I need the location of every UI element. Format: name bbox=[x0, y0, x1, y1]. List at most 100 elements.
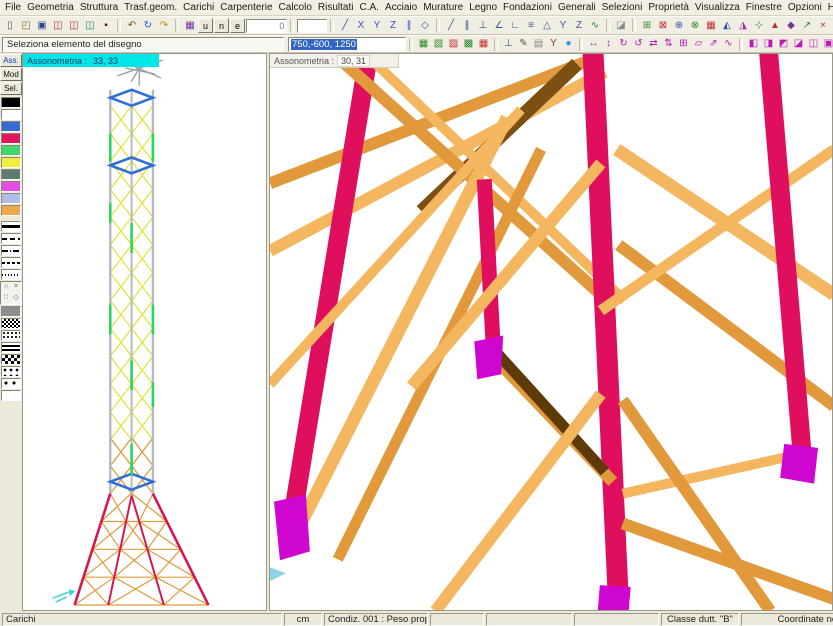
tower-drawing[interactable] bbox=[23, 54, 264, 610]
menu-legno[interactable]: Legno bbox=[466, 1, 500, 14]
marker-cross-icon[interactable]: × bbox=[11, 282, 21, 293]
snap-corner-icon[interactable]: ∟ bbox=[507, 18, 523, 33]
open-folder-icon[interactable]: ◰ bbox=[18, 18, 34, 33]
linestyle-dotted[interactable] bbox=[1, 269, 21, 280]
menu-fondazioni[interactable]: Fondazioni bbox=[500, 1, 555, 14]
snap-grid-icon[interactable]: ≡ bbox=[523, 18, 539, 33]
extrude-icon-1[interactable]: ◧ bbox=[746, 37, 761, 52]
draw-line-icon[interactable]: ╱ bbox=[337, 18, 353, 33]
copy-grid-icon[interactable]: ⊞ bbox=[676, 37, 691, 52]
menu-help[interactable]: Help bbox=[825, 1, 833, 14]
move-h-icon[interactable]: ↔ bbox=[586, 37, 601, 52]
extrude-icon-4[interactable]: ◪ bbox=[791, 37, 806, 52]
blank-field[interactable] bbox=[297, 19, 327, 33]
snap-line-icon[interactable]: ╱ bbox=[443, 18, 459, 33]
swatch-black[interactable] bbox=[1, 97, 21, 108]
polygon-icon[interactable]: ◇ bbox=[417, 18, 433, 33]
swatch-magenta[interactable] bbox=[1, 181, 21, 192]
menu-finestre[interactable]: Finestre bbox=[743, 1, 785, 14]
node-tool-icon-8[interactable]: ⊹ bbox=[751, 18, 767, 33]
shear-icon[interactable]: ▱ bbox=[691, 37, 706, 52]
menu-calcolo[interactable]: Calcolo bbox=[276, 1, 315, 14]
extrude-icon-3[interactable]: ◩ bbox=[776, 37, 791, 52]
marker-diamond-icon[interactable]: ◇ bbox=[11, 293, 21, 304]
parallel-icon[interactable]: ∥ bbox=[401, 18, 417, 33]
undo-icon[interactable]: ↶ bbox=[124, 18, 140, 33]
wave-icon[interactable]: ∿ bbox=[721, 37, 736, 52]
assign-button[interactable]: Ass. bbox=[0, 54, 22, 67]
swap-v-icon[interactable]: ⇅ bbox=[661, 37, 676, 52]
hatch-checker-mid[interactable] bbox=[1, 354, 21, 365]
node-tool-icon-5[interactable]: ▦ bbox=[703, 18, 719, 33]
menu-carichi[interactable]: Carichi bbox=[180, 1, 217, 14]
menu-risultati[interactable]: Risultati bbox=[315, 1, 357, 14]
marker-dots-icon[interactable]: ∷ bbox=[1, 293, 11, 304]
node-tool-icon-3[interactable]: ⊕ bbox=[671, 18, 687, 33]
menu-opzioni[interactable]: Opzioni bbox=[785, 1, 825, 14]
layers-icon[interactable]: ▦ bbox=[182, 18, 198, 33]
extrude-icon-5[interactable]: ◫ bbox=[806, 37, 821, 52]
menu-proprieta[interactable]: Proprietà bbox=[645, 1, 692, 14]
menu-carpenterie[interactable]: Carpenterie bbox=[217, 1, 275, 14]
viewport-tower-title[interactable]: Assonometria : 33, 33 bbox=[23, 54, 159, 67]
dot-icon[interactable]: ● bbox=[561, 37, 576, 52]
select-tool-icon-4[interactable]: ▩ bbox=[461, 37, 476, 52]
menu-file[interactable]: File bbox=[2, 1, 24, 14]
menu-murature[interactable]: Murature bbox=[420, 1, 466, 14]
snap-curve-icon[interactable]: ∿ bbox=[587, 18, 603, 33]
extrude-icon-6[interactable]: ▣ bbox=[821, 37, 833, 52]
fork-icon[interactable]: Y bbox=[546, 37, 561, 52]
snap-triangle-icon[interactable]: △ bbox=[539, 18, 555, 33]
select-button[interactable]: Sel. bbox=[0, 82, 22, 95]
extrude-icon-2[interactable]: ◨ bbox=[761, 37, 776, 52]
view-window-icon-3[interactable]: ◫ bbox=[82, 18, 98, 33]
hatch-stripes[interactable] bbox=[1, 342, 21, 353]
linestyle-thick-solid[interactable] bbox=[1, 221, 21, 232]
menu-visualizza[interactable]: Visualizza bbox=[692, 1, 743, 14]
sheet-icon[interactable]: ▤ bbox=[531, 37, 546, 52]
node-tool-icon-9[interactable]: ▲ bbox=[767, 18, 783, 33]
marker-style-grid[interactable]: ○ × ∷ ◇ bbox=[0, 281, 22, 305]
coordinate-input[interactable]: 750,-600, 1250 bbox=[288, 37, 406, 52]
marker-circle-icon[interactable]: ○ bbox=[1, 282, 11, 293]
move-v-icon[interactable]: ↕ bbox=[601, 37, 616, 52]
redo-icon[interactable]: ↷ bbox=[156, 18, 172, 33]
hatch-white[interactable] bbox=[1, 390, 21, 401]
hatch-dots-mid[interactable] bbox=[1, 366, 21, 377]
view-dark-icon[interactable]: ▪ bbox=[98, 18, 114, 33]
save-icon[interactable]: ▣ bbox=[34, 18, 50, 33]
toggle-n-button[interactable]: n bbox=[214, 18, 229, 33]
node-tool-icon-11[interactable]: ↗ bbox=[799, 18, 815, 33]
menu-ca[interactable]: C.A. bbox=[356, 1, 381, 14]
rotate-ccw-icon[interactable]: ↺ bbox=[631, 37, 646, 52]
node-tool-icon-10[interactable]: ◆ bbox=[783, 18, 799, 33]
menu-generali[interactable]: Generali bbox=[555, 1, 599, 14]
snap-y-icon[interactable]: Y bbox=[555, 18, 571, 33]
swatch-crimson[interactable] bbox=[1, 133, 21, 144]
snap-z-icon[interactable]: Z bbox=[571, 18, 587, 33]
snap-parallel-icon[interactable]: ∥ bbox=[459, 18, 475, 33]
axis-x-icon[interactable]: X bbox=[353, 18, 369, 33]
select-tool-icon-1[interactable]: ▦ bbox=[416, 37, 431, 52]
swatch-slate[interactable] bbox=[1, 169, 21, 180]
eraser-icon[interactable]: ◪ bbox=[613, 18, 629, 33]
view-window-icon-2[interactable]: ◫ bbox=[66, 18, 82, 33]
swatch-white[interactable] bbox=[1, 109, 21, 120]
snap-angle-icon[interactable]: ∠ bbox=[491, 18, 507, 33]
menu-trasf-geom[interactable]: Trasf.geom. bbox=[121, 1, 180, 14]
modify-button[interactable]: Mod bbox=[0, 68, 22, 81]
node-tool-icon-1[interactable]: ⊞ bbox=[639, 18, 655, 33]
menu-selezioni[interactable]: Selezioni bbox=[599, 1, 646, 14]
hatch-checker-fine[interactable] bbox=[1, 318, 21, 329]
view-window-icon-1[interactable]: ◫ bbox=[50, 18, 66, 33]
linestyle-dashed[interactable] bbox=[1, 233, 21, 244]
select-tool-icon-3[interactable]: ▨ bbox=[446, 37, 461, 52]
support-icon[interactable]: ⊥ bbox=[501, 37, 516, 52]
axis-z-icon[interactable]: Z bbox=[385, 18, 401, 33]
node-tool-icon-7[interactable]: ◮ bbox=[735, 18, 751, 33]
node-tool-icon-12[interactable]: × bbox=[815, 18, 831, 33]
refresh-icon[interactable]: ↻ bbox=[140, 18, 156, 33]
swatch-blue[interactable] bbox=[1, 121, 21, 132]
linestyle-fine-dash[interactable] bbox=[1, 257, 21, 268]
node-tool-icon-6[interactable]: ◭ bbox=[719, 18, 735, 33]
